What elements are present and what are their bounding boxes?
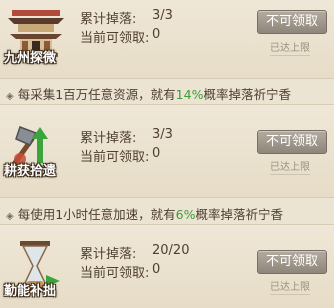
hourglass-icon: 勤能补拙 — [4, 237, 66, 299]
cumulative-label: 累计掉落: — [80, 247, 137, 262]
cumulative-label: 累计掉落: — [80, 131, 137, 146]
cumulative-value: 3/3 — [152, 127, 173, 142]
reward-card: 勤能补拙 累计掉落: 20/20 当前可领取: 0 不可领取 已达上限 — [0, 225, 334, 308]
cumulative-drop: 累计掉落: 20/20 — [80, 243, 189, 262]
desc-percent: 14% — [175, 87, 204, 102]
desc-suffix: 概率掉落祈宁香 — [203, 87, 291, 102]
current-label: 当前可领取: — [80, 266, 150, 281]
desc-prefix: 每采集1百万任意资源，就有 — [17, 87, 176, 102]
divider — [0, 78, 334, 79]
reward-card: 九州探微 累计掉落: 3/3 当前可领取: 0 不可领取 已达上限 — [0, 0, 334, 78]
cumulative-drop: 累计掉落: 3/3 — [80, 8, 173, 27]
limit-reached-label: 已达上限 — [270, 278, 310, 295]
reward-card: 耕获拾遗 累计掉落: 3/3 当前可领取: 0 不可领取 已达上限 — [0, 105, 334, 197]
current-value: 0 — [152, 262, 161, 277]
diamond-icon: ◈ — [6, 211, 14, 222]
cumulative-value: 20/20 — [152, 243, 190, 258]
current-claimable: 当前可领取: 0 — [80, 262, 160, 281]
current-value: 0 — [152, 27, 161, 42]
item-name: 耕获拾遗 — [4, 164, 57, 179]
item-name: 九州探微 — [4, 51, 57, 66]
diamond-icon: ◈ — [6, 91, 14, 102]
limit-reached-label: 已达上限 — [270, 158, 310, 175]
desc-prefix: 每使用1小时任意加速，就有 — [17, 207, 176, 222]
drop-description: ◈ 每采集1百万任意资源，就有14%概率掉落祈宁香 — [6, 84, 291, 103]
desc-suffix: 概率掉落祈宁香 — [195, 207, 284, 222]
cumulative-label: 累计掉落: — [80, 12, 137, 27]
desc-percent: 6% — [175, 207, 196, 222]
claim-button[interactable]: 不可领取 — [257, 130, 327, 154]
current-claimable: 当前可领取: 0 — [80, 27, 160, 46]
current-label: 当前可领取: — [80, 31, 150, 46]
claim-button[interactable]: 不可领取 — [257, 10, 327, 34]
pavilion-icon: 九州探微 — [4, 4, 66, 66]
cumulative-value: 3/3 — [152, 8, 173, 23]
item-name: 勤能补拙 — [4, 284, 57, 299]
current-label: 当前可领取: — [80, 150, 150, 165]
drop-description: ◈ 每使用1小时任意加速，就有6%概率掉落祈宁香 — [6, 204, 283, 223]
current-claimable: 当前可领取: 0 — [80, 146, 160, 165]
divider — [0, 197, 334, 198]
hoe-icon: 耕获拾遗 — [4, 117, 66, 179]
claim-button[interactable]: 不可领取 — [257, 250, 327, 274]
cumulative-drop: 累计掉落: 3/3 — [80, 127, 173, 146]
limit-reached-label: 已达上限 — [270, 39, 310, 56]
current-value: 0 — [152, 146, 161, 161]
